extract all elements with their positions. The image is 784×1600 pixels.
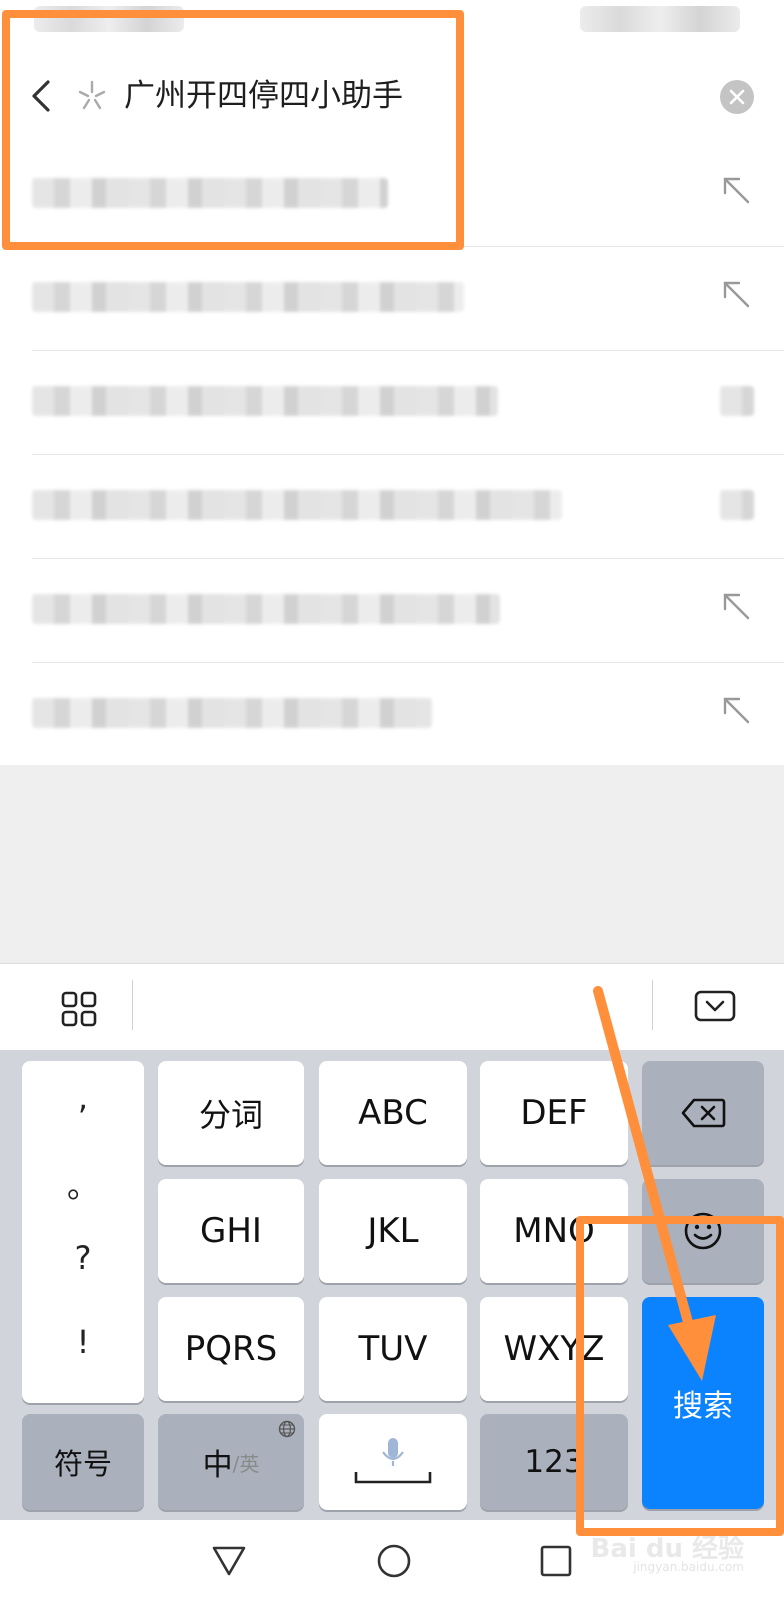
watermark-url: jingyan.baidu.com [633,1560,744,1574]
punct-question-key[interactable]: ? [22,1239,144,1277]
numbers-button[interactable]: 123 [480,1414,628,1510]
suggestion-text-blurred [32,282,464,312]
suggestion-item[interactable] [0,350,784,454]
annotation-arrow-icon [593,986,716,1381]
microphone-icon [354,1438,432,1484]
suggestion-icon-blurred [720,386,754,416]
search-input[interactable]: 广州开四停四小助手 [124,74,403,118]
suggestion-item[interactable] [0,246,784,350]
suggestion-item[interactable] [0,454,784,558]
row-divider [32,350,784,351]
nav-recents-square-icon[interactable] [538,1543,574,1579]
key-abc[interactable]: ABC [319,1061,467,1165]
suggestion-text-blurred [32,594,500,624]
grid-menu-icon[interactable] [60,990,98,1028]
nav-back-triangle-icon[interactable] [210,1543,248,1579]
row-divider [32,662,784,663]
suggestion-text-blurred [32,490,562,520]
punct-period-key[interactable]: 。 [22,1161,144,1207]
empty-area [0,765,784,963]
suggestion-text-blurred [32,386,498,416]
key-ghi[interactable]: GHI [158,1179,304,1283]
row-divider [32,246,784,247]
row-divider [32,454,784,455]
punctuation-column: , 。 ? ! [22,1061,144,1403]
suggestion-item[interactable] [0,662,784,766]
fill-arrow-icon[interactable] [718,692,754,728]
suggestion-item[interactable] [0,558,784,662]
row-divider [32,558,784,559]
key-fenci[interactable]: 分词 [158,1061,304,1165]
back-arrow-icon[interactable] [22,76,62,116]
status-bar-left-blur [34,6,184,32]
status-bar-right-blur [580,6,740,32]
key-tuv[interactable]: TUV [319,1297,467,1401]
fill-arrow-icon[interactable] [718,276,754,312]
fill-arrow-icon[interactable] [718,172,754,208]
language-toggle-button[interactable]: 中/英 [158,1414,304,1510]
suggestion-text-blurred [32,178,388,208]
sparkle-icon [78,80,106,110]
globe-icon [278,1420,296,1438]
punct-comma-key[interactable]: , [22,1079,144,1117]
nav-home-circle-icon[interactable] [374,1541,414,1581]
suggestion-text-blurred [32,698,432,728]
lang-main-label: 中 [202,1448,233,1483]
lang-alt-label: /英 [232,1451,260,1476]
key-pqrs[interactable]: PQRS [158,1297,304,1401]
suggestion-icon-blurred [720,490,754,520]
fill-arrow-icon[interactable] [718,588,754,624]
toolbar-separator [132,980,133,1030]
space-voice-button[interactable] [319,1414,467,1510]
clear-search-icon[interactable] [720,80,754,114]
key-jkl[interactable]: JKL [319,1179,467,1283]
suggestion-item[interactable] [0,142,784,246]
punct-exclaim-key[interactable]: ! [22,1323,144,1361]
symbols-button[interactable]: 符号 [22,1414,144,1510]
